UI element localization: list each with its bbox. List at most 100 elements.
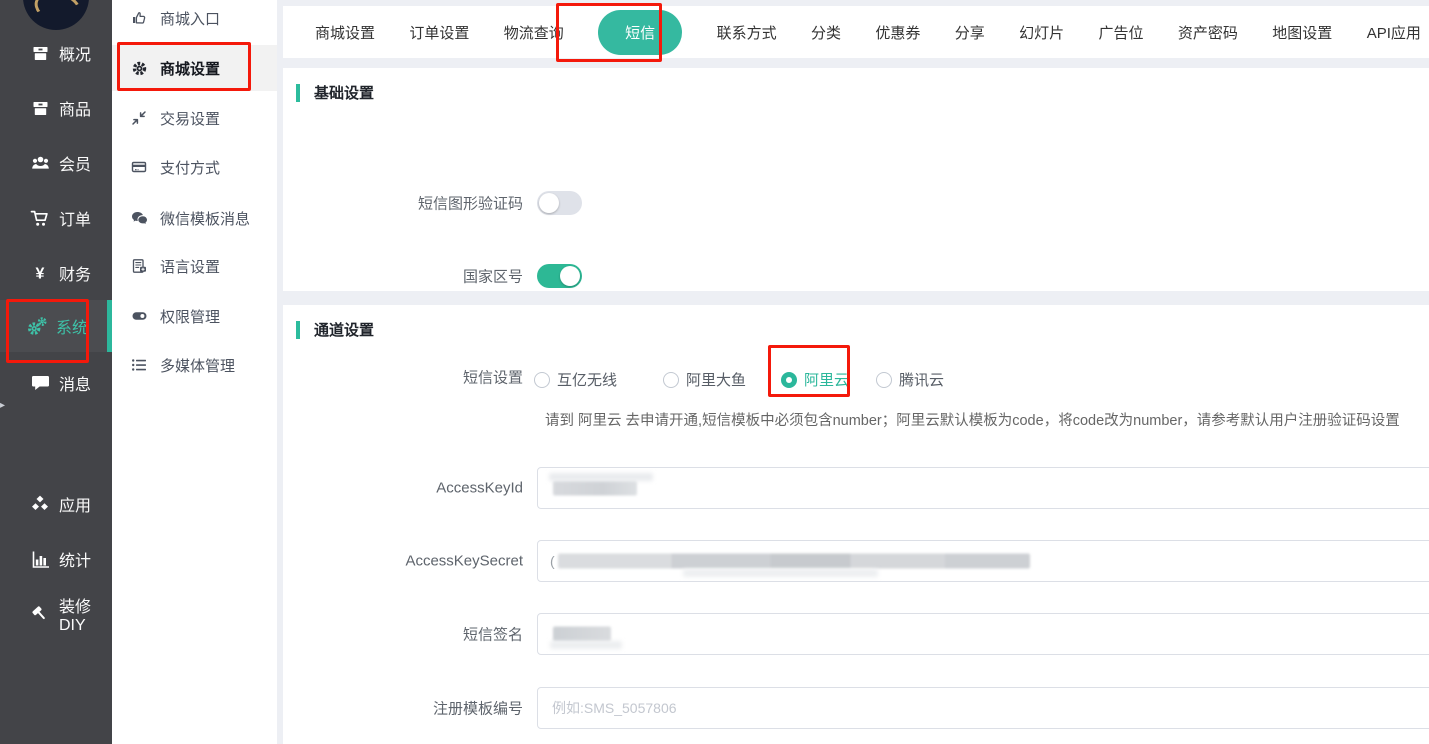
submenu-item-label: 权限管理 [160,306,220,327]
submenu-item-mall-settings[interactable]: 商城设置 [112,45,277,91]
gears-icon [26,316,48,336]
main-content: 商城设置 订单设置 物流查询 短信 联系方式 分类 优惠券 分享 幻灯片 广告位… [277,0,1429,744]
radio-tencent-cloud[interactable]: 腾讯云 [876,369,944,390]
submenu-item-label: 语言设置 [160,256,220,277]
sms-signature-field[interactable] [538,614,1429,654]
accesskeysecret-field[interactable] [538,541,1429,581]
sidebar-item-label: 系统 [56,314,88,338]
tab-share[interactable]: 分享 [955,22,985,43]
captcha-label: 短信图形验证码 [283,193,523,214]
cart-icon [29,208,51,228]
sidebar-item-label: 订单 [59,206,91,230]
sidebar-item-label: 消息 [59,371,91,395]
tab-order-settings[interactable]: 订单设置 [409,22,469,43]
sms-captcha-toggle[interactable] [537,191,582,215]
language-icon [129,257,149,275]
accesskeyid-input[interactable] [537,467,1429,509]
sidebar-item-label: 装修DIY [59,593,112,635]
sms-provider-label: 短信设置 [283,367,523,388]
submenu-item-label: 交易设置 [160,108,220,129]
submenu-item-mall-entrance[interactable]: 商城入口 [112,2,277,34]
aliyun-help-text: 请到 阿里云 去申请开通,短信模板中必须包含number；阿里云默认模板为cod… [545,409,1400,430]
section-accent-bar [296,84,300,102]
goods-box-icon [29,98,51,118]
tab-slideshow[interactable]: 幻灯片 [1019,22,1064,43]
users-icon [29,153,51,173]
submenu-item-label: 支付方式 [160,157,220,178]
sidebar-item-label: 财务 [59,261,91,285]
svg-text:¥: ¥ [36,266,45,283]
sidebar-item-label: 会员 [59,151,91,175]
credit-card-icon [129,158,149,176]
tab-api-app[interactable]: API应用 [1367,22,1421,43]
sidebar-item-goods[interactable]: 商品 [0,93,112,123]
tab-ad-slot[interactable]: 广告位 [1099,22,1144,43]
channel-settings-card: 通道设置 短信设置 互亿无线 阿里大鱼 阿里云 [283,305,1429,744]
submenu-item-payment-methods[interactable]: 支付方式 [112,151,277,183]
sidebar-item-decorate-diy[interactable]: 装修DIY [0,599,112,629]
radio-aliyun[interactable]: 阿里云 [781,369,849,390]
sidebar-item-apps[interactable]: 应用 [0,489,112,519]
sms-signature-row: 短信签名 [283,613,1429,655]
section-title: 通道设置 [314,319,374,340]
sidebar-item-label: 概况 [59,41,91,65]
register-template-label: 注册模板编号 [283,698,523,719]
sidebar-item-orders[interactable]: 订单 [0,203,112,233]
settings-submenu: 商城入口 商城设置 交易设置 支付方式 微信模板消息 [112,0,277,744]
tab-map-settings[interactable]: 地图设置 [1272,22,1332,43]
radio-huyi-wireless[interactable]: 互亿无线 [534,369,617,390]
list-icon [129,356,149,374]
tab-mall-settings[interactable]: 商城设置 [315,22,375,43]
register-template-field[interactable] [538,688,1429,728]
sms-provider-row: 短信设置 互亿无线 阿里大鱼 阿里云 腾讯云 [283,367,1429,387]
wechat-icon [129,209,149,227]
sidebar-item-members[interactable]: 会员 [0,148,112,178]
chat-bubble-icon [29,373,51,393]
register-template-row: 注册模板编号 [283,687,1429,729]
accesskeyid-field[interactable] [538,468,1429,508]
section-header: 基础设置 [283,82,374,103]
sidebar-item-messages[interactable]: 消息 [0,368,112,398]
sidebar-item-label: 商品 [59,96,91,120]
tab-sms[interactable]: 短信 [598,10,682,55]
tab-logistics-query[interactable]: 物流查询 [504,22,564,43]
radio-circle-icon [781,372,797,388]
country-code-toggle[interactable] [537,264,582,288]
sidebar-item-label: 应用 [59,492,91,516]
sidebar-collapse-handle[interactable]: ▸ [0,400,5,411]
secret-prefix: ( [550,553,555,569]
section-title: 基础设置 [314,82,374,103]
overview-box-icon [29,43,51,63]
sidebar-item-overview[interactable]: 概况 [0,38,112,68]
gear-icon [129,59,149,77]
register-template-input[interactable] [537,687,1429,729]
accesskeysecret-input[interactable]: ( [537,540,1429,582]
hammer-icon [29,604,51,624]
radio-circle-icon [534,372,550,388]
submenu-item-label: 商城入口 [160,8,220,29]
sidebar-item-statistics[interactable]: 统计 [0,544,112,574]
toggle-knob [560,266,580,286]
accesskeyid-label: AccessKeyId [283,480,523,497]
radio-circle-icon [663,372,679,388]
bar-chart-icon [29,549,51,569]
submenu-item-media-management[interactable]: 多媒体管理 [112,349,277,381]
sidebar-item-system[interactable]: 系统 [0,300,112,352]
submenu-item-permission-management[interactable]: 权限管理 [112,300,277,332]
sms-signature-input[interactable] [537,613,1429,655]
cubes-icon [29,494,51,514]
radio-ali-dayu[interactable]: 阿里大鱼 [663,369,746,390]
settings-tabbar: 商城设置 订单设置 物流查询 短信 联系方式 分类 优惠券 分享 幻灯片 广告位… [283,6,1429,58]
yen-icon: ¥ [29,263,51,283]
tab-contact-info[interactable]: 联系方式 [717,22,777,43]
tab-category[interactable]: 分类 [811,22,841,43]
radio-circle-icon [876,372,892,388]
submenu-item-wechat-template-message[interactable]: 微信模板消息 [112,202,277,234]
compress-arrows-icon [129,109,149,127]
tab-asset-password[interactable]: 资产密码 [1178,22,1238,43]
sidebar-item-finance[interactable]: ¥ 财务 [0,258,112,288]
tab-coupon[interactable]: 优惠券 [875,22,920,43]
submenu-item-language-settings[interactable]: 语言设置 [112,250,277,282]
mall-admin-console: 概况 商品 会员 订单 ¥ 财务 [0,0,1429,744]
submenu-item-trade-settings[interactable]: 交易设置 [112,102,277,134]
